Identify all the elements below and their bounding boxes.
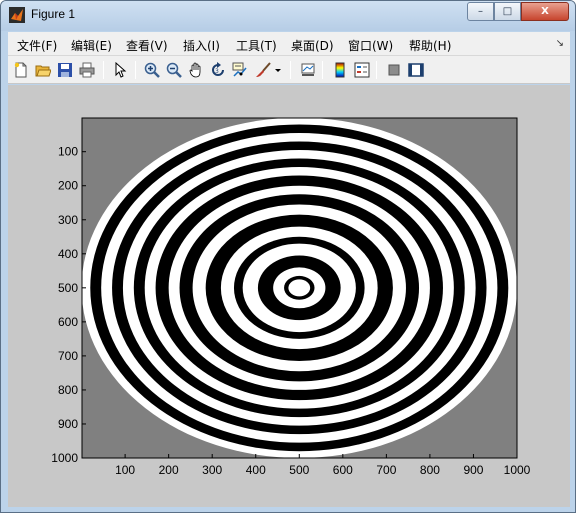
x-tick-label: 1000 — [504, 463, 531, 477]
menu-insert[interactable]: 插入(I) — [183, 37, 220, 54]
y-tick-label: 700 — [58, 349, 78, 363]
data-cursor-icon[interactable] — [230, 60, 250, 80]
menu-window[interactable]: 窗口(W) — [348, 37, 393, 54]
x-tick-label: 800 — [420, 463, 440, 477]
legend-icon[interactable] — [352, 60, 372, 80]
y-tick-label: 200 — [58, 179, 78, 193]
brush-dropdown-icon[interactable] — [273, 60, 283, 80]
print-icon[interactable] — [77, 60, 97, 80]
pan-icon[interactable] — [186, 60, 206, 80]
rotate-3d-icon[interactable]: 3 — [208, 60, 228, 80]
maximize-icon: □ — [502, 6, 513, 17]
image-axes[interactable]: 100 200 300 400 500 600 700 800 900 1000 100 200 30… — [8, 85, 570, 507]
x-tick-label: 200 — [159, 463, 179, 477]
y-tick-label: 600 — [58, 315, 78, 329]
y-tick-label: 1000 — [51, 451, 78, 465]
show-plot-tools-icon[interactable] — [406, 60, 426, 80]
menu-tools[interactable]: 工具(T) — [236, 37, 277, 54]
pointer-icon[interactable] — [110, 60, 130, 80]
open-file-icon[interactable] — [33, 60, 53, 80]
dock-arrow-icon[interactable]: ↘ — [556, 38, 564, 49]
matlab-logo-icon — [9, 7, 25, 23]
figure-canvas: 100 200 300 400 500 600 700 800 900 1000 100 200 30… — [8, 85, 570, 507]
minimize-icon: – — [478, 6, 483, 17]
menu-bar: 文件(F) 编辑(E) 查看(V) 插入(I) 工具(T) 桌面(D) 窗口(W… — [8, 32, 570, 56]
y-tick-label: 900 — [58, 417, 78, 431]
zoom-out-icon[interactable] — [164, 60, 184, 80]
hide-plot-tools-icon[interactable] — [384, 60, 404, 80]
figure-toolbar: 3 — [8, 56, 570, 84]
close-icon: X — [541, 6, 549, 17]
ring-image — [81, 117, 517, 458]
x-tick-label: 500 — [289, 463, 309, 477]
y-tick-label: 100 — [58, 145, 78, 159]
menu-help[interactable]: 帮助(H) — [409, 37, 451, 54]
y-tick-label: 500 — [58, 281, 78, 295]
window-title: Figure 1 — [31, 7, 76, 21]
title-bar[interactable]: Figure 1 – □ X — [1, 1, 575, 31]
zoom-in-icon[interactable] — [142, 60, 162, 80]
minimize-button[interactable]: – — [467, 2, 494, 21]
x-tick-label: 300 — [202, 463, 222, 477]
menu-view[interactable]: 查看(V) — [126, 37, 168, 54]
y-tick-label: 800 — [58, 383, 78, 397]
x-tick-label: 400 — [246, 463, 266, 477]
x-tick-label: 100 — [115, 463, 135, 477]
maximize-button[interactable]: □ — [494, 2, 521, 21]
y-axis: 100 200 300 400 500 600 700 800 900 1000 — [51, 145, 86, 465]
save-icon[interactable] — [55, 60, 75, 80]
y-tick-label: 400 — [58, 247, 78, 261]
menu-edit[interactable]: 编辑(E) — [71, 37, 112, 54]
menu-desktop[interactable]: 桌面(D) — [291, 37, 334, 54]
menu-file[interactable]: 文件(F) — [17, 37, 57, 54]
ring-white — [288, 279, 311, 297]
x-tick-label: 600 — [333, 463, 353, 477]
svg-text:3: 3 — [215, 68, 219, 75]
figure-window: Figure 1 – □ X 文件(F) 编辑(E) 查看(V) 插入(I) 工… — [0, 0, 576, 513]
link-plot-icon[interactable] — [298, 60, 318, 80]
brush-icon[interactable] — [253, 60, 273, 80]
y-tick-label: 300 — [58, 213, 78, 227]
close-button[interactable]: X — [521, 2, 569, 21]
colorbar-icon[interactable] — [330, 60, 350, 80]
x-tick-label: 900 — [463, 463, 483, 477]
x-tick-label: 700 — [376, 463, 396, 477]
new-figure-icon[interactable] — [11, 60, 31, 80]
